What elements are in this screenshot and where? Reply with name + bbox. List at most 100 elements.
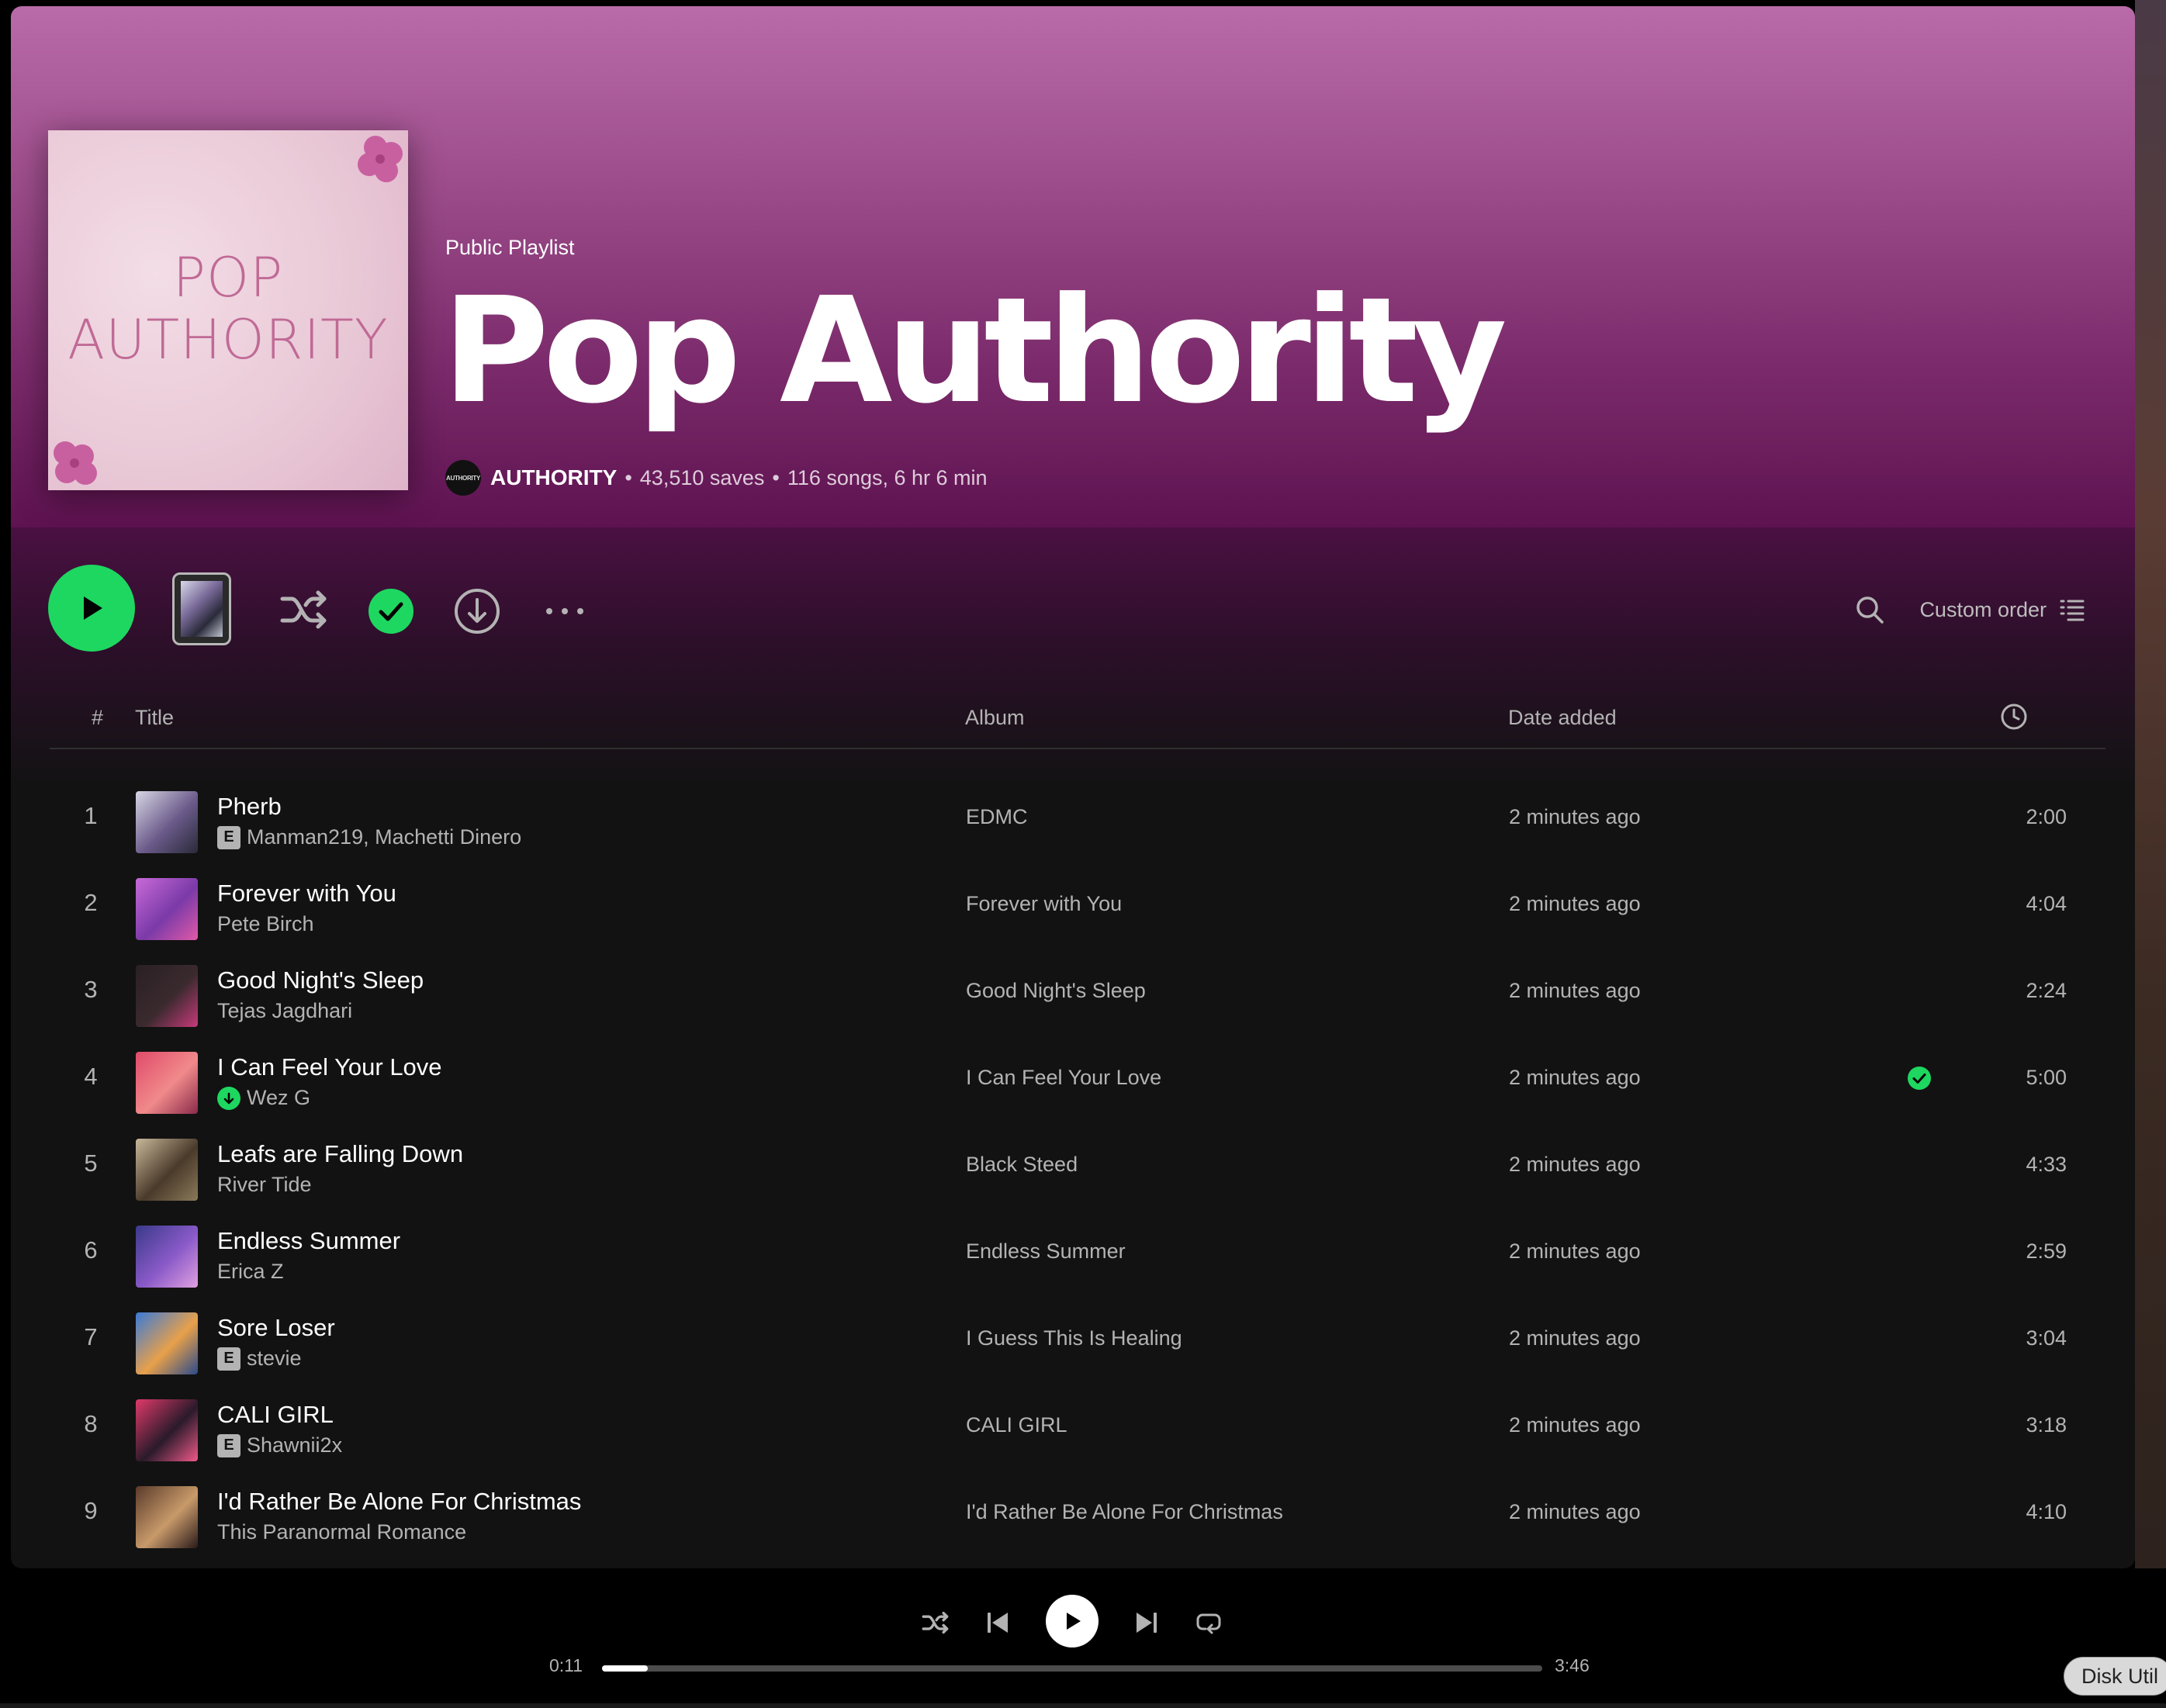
track-artist-line: Erica Z — [217, 1260, 284, 1284]
track-title[interactable]: Good Night's Sleep — [217, 966, 424, 994]
column-title[interactable]: Title — [135, 706, 174, 730]
track-artist[interactable]: Tejas Jagdhari — [217, 999, 352, 1023]
saved-button[interactable] — [366, 586, 416, 636]
track-artwork — [136, 878, 198, 940]
shuffle-button[interactable] — [279, 585, 329, 634]
track-row[interactable]: 1 Pherb E Manman219, Machetti Dinero EDMC 2 m… — [50, 774, 2105, 861]
playlist-type-label: Public Playlist — [445, 236, 575, 259]
flower-icon — [54, 441, 97, 485]
track-album[interactable]: Good Night's Sleep — [966, 979, 1146, 1003]
column-album[interactable]: Album — [965, 706, 1025, 730]
track-row[interactable]: 6 Endless Summer Erica Z Endless Summer 2 mi… — [50, 1208, 2105, 1295]
track-number: 1 — [84, 802, 98, 829]
sort-dropdown[interactable]: Custom order — [1919, 585, 2085, 634]
track-title[interactable]: Forever with You — [217, 880, 396, 908]
track-artist-line: E Shawnii2x — [217, 1433, 342, 1457]
owner-avatar[interactable]: AUTHORITY — [445, 460, 481, 496]
check-circle-icon — [368, 589, 413, 634]
track-title[interactable]: Endless Summer — [217, 1227, 400, 1255]
skip-back-icon — [988, 1613, 1008, 1633]
column-date-added[interactable]: Date added — [1508, 706, 1617, 730]
track-artist[interactable]: River Tide — [217, 1173, 312, 1197]
track-album[interactable]: CALI GIRL — [966, 1413, 1067, 1437]
track-date-added: 2 minutes ago — [1509, 1153, 1641, 1176]
track-row[interactable]: 4 I Can Feel Your Love Wez G I Can Feel You… — [50, 1035, 2105, 1122]
track-artist-line: This Paranormal Romance — [217, 1520, 466, 1544]
track-title[interactable]: I'd Rather Be Alone For Christmas — [217, 1488, 581, 1516]
track-artist-line: E Manman219, Machetti Dinero — [217, 825, 521, 849]
play-button[interactable] — [48, 565, 135, 652]
search-in-playlist-button[interactable] — [1845, 585, 1894, 634]
track-date-added: 2 minutes ago — [1509, 979, 1641, 1002]
track-row[interactable]: 8 CALI GIRL E Shawnii2x CALI GIRL 2 minutes a… — [50, 1382, 2105, 1469]
track-album[interactable]: Endless Summer — [966, 1240, 1126, 1264]
track-title[interactable]: I Can Feel Your Love — [217, 1053, 442, 1081]
explicit-badge: E — [217, 825, 240, 849]
progress-fill — [602, 1665, 649, 1672]
track-title[interactable]: Leafs are Falling Down — [217, 1140, 463, 1168]
meta-separator: • — [625, 465, 632, 489]
saved-check-icon[interactable] — [1907, 1066, 1932, 1091]
previous-button[interactable] — [977, 1603, 1018, 1643]
next-button[interactable] — [1126, 1603, 1167, 1643]
track-number: 6 — [84, 1236, 98, 1264]
more-horizontal-icon — [546, 608, 583, 614]
repeat-button[interactable] — [1189, 1603, 1229, 1643]
clock-icon[interactable] — [2000, 703, 2028, 731]
track-title[interactable]: CALI GIRL — [217, 1401, 334, 1429]
playlist-cover[interactable]: POP AUTHORITY — [48, 130, 408, 490]
track-title[interactable]: Sore Loser — [217, 1314, 335, 1342]
track-album[interactable]: I'd Rather Be Alone For Christmas — [966, 1500, 1283, 1524]
track-album[interactable]: Forever with You — [966, 892, 1122, 916]
track-artist[interactable]: Pete Birch — [217, 912, 314, 936]
action-bar-background — [11, 527, 2135, 791]
canvas-preview-button[interactable] — [172, 572, 231, 645]
play-icon — [84, 596, 102, 620]
canvas-thumbnail — [181, 581, 223, 637]
playlist-view: POP AUTHORITY Public Playlist Pop Author… — [11, 6, 2135, 1568]
download-icon — [455, 589, 500, 634]
track-row[interactable]: 3 Good Night's Sleep Tejas Jagdhari Good Ni… — [50, 948, 2105, 1035]
track-number: 5 — [84, 1150, 98, 1177]
track-row[interactable]: 5 Leafs are Falling Down River Tide Black S… — [50, 1122, 2105, 1208]
track-artist[interactable]: Shawnii2x — [247, 1433, 342, 1457]
track-artist[interactable]: Erica Z — [217, 1260, 284, 1284]
track-artist-line: River Tide — [217, 1173, 312, 1197]
track-artwork — [136, 1399, 198, 1461]
track-album[interactable]: EDMC — [966, 805, 1028, 829]
track-artist[interactable]: stevie — [247, 1347, 302, 1371]
download-button[interactable] — [452, 586, 502, 636]
player-play-button[interactable] — [1046, 1595, 1099, 1647]
track-row[interactable]: 7 Sore Loser Estevie I Guess This Is Healin… — [50, 1295, 2105, 1382]
track-row[interactable]: 2 Forever with You Pete Birch Forever with … — [50, 861, 2105, 948]
track-album[interactable]: I Guess This Is Healing — [966, 1326, 1182, 1350]
track-date-added: 2 minutes ago — [1509, 805, 1641, 828]
meta-separator: • — [772, 465, 780, 489]
track-date-added: 2 minutes ago — [1509, 1413, 1641, 1437]
track-duration: 3:18 — [2026, 1413, 2067, 1437]
player-shuffle-button[interactable] — [915, 1603, 956, 1643]
cover-title: POP AUTHORITY — [67, 246, 389, 372]
track-album[interactable]: Black Steed — [966, 1153, 1078, 1177]
owner-link[interactable]: AUTHORITY — [490, 465, 617, 490]
dock-edge — [0, 1703, 2166, 1708]
more-options-button[interactable] — [540, 586, 590, 636]
repeat-icon — [1196, 1613, 1221, 1634]
total-time: 3:46 — [1555, 1655, 1590, 1675]
track-artwork — [136, 1139, 198, 1201]
track-date-added: 2 minutes ago — [1509, 1240, 1641, 1263]
sort-label: Custom order — [1919, 597, 2047, 621]
track-artist[interactable]: This Paranormal Romance — [217, 1520, 466, 1544]
track-number: 4 — [84, 1063, 98, 1090]
track-artwork — [136, 1226, 198, 1288]
track-artist[interactable]: Wez G — [247, 1086, 310, 1110]
search-icon — [1856, 596, 1884, 624]
track-row[interactable]: 9 I'd Rather Be Alone For Christmas This P… — [50, 1469, 2105, 1556]
playlist-title[interactable]: Pop Authority — [442, 270, 1507, 433]
track-artist[interactable]: Manman219, Machetti Dinero — [247, 825, 521, 849]
playback-progress-bar[interactable] — [602, 1665, 1542, 1672]
track-album[interactable]: I Can Feel Your Love — [966, 1066, 1161, 1090]
track-title[interactable]: Pherb — [217, 793, 282, 821]
track-date-added: 2 minutes ago — [1509, 1066, 1641, 1089]
track-artist-line: Wez G — [217, 1086, 310, 1110]
